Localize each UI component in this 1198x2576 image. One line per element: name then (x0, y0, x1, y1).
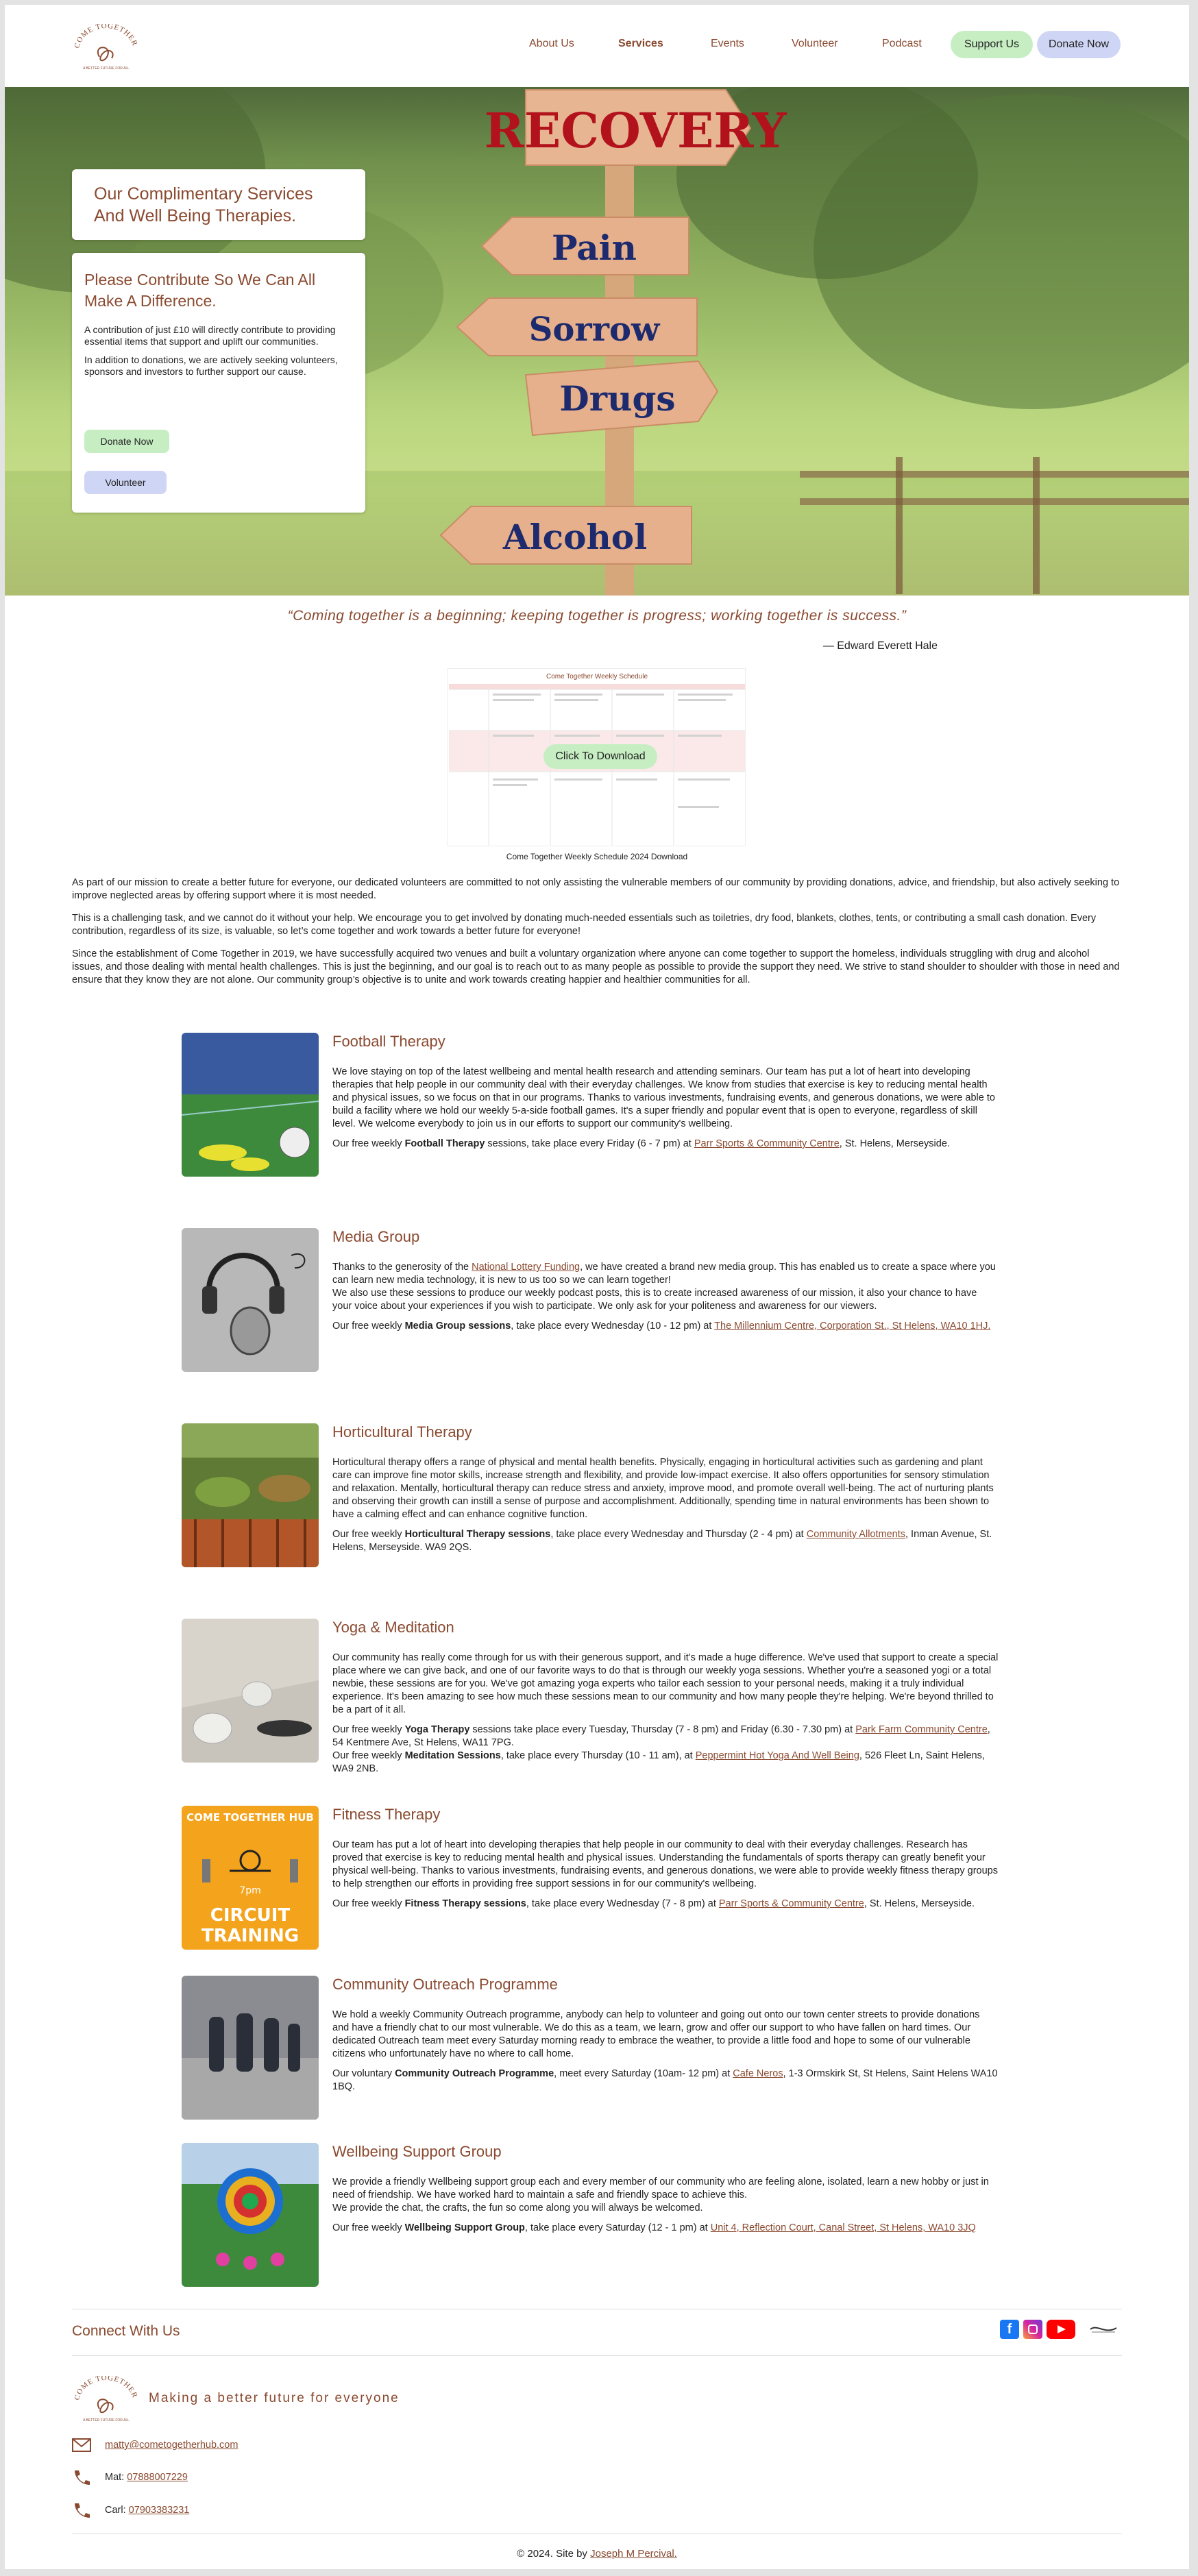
page: COME TOGETHER A BETTER FUTURE FOR ALL Ab… (5, 5, 1189, 2569)
svg-text:A BETTER FUTURE FOR ALL: A BETTER FUTURE FOR ALL (83, 2418, 130, 2422)
nav-services[interactable]: Services (618, 38, 663, 50)
circuit-training-poster: COME TOGETHER HUB 7pm CIRCUIT TRAINING (182, 1806, 319, 1950)
site-header: COME TOGETHER A BETTER FUTURE FOR ALL Ab… (5, 5, 1189, 87)
svg-text:COME TOGETHER: COME TOGETHER (73, 2376, 138, 2401)
intro-paragraph: As part of our mission to create a bette… (72, 877, 1120, 901)
divider (72, 2355, 1122, 2356)
footer-tagline: Making a better future for everyone (149, 2391, 400, 2405)
service-description: We love staying on top of the latest wel… (332, 1066, 995, 1129)
phone-icon (75, 2503, 90, 2518)
service-title: Horticultural Therapy (332, 1423, 472, 1440)
weekly-schedule-preview[interactable]: Come Together Weekly Schedule Click To D… (447, 668, 746, 846)
partner-logo-icon[interactable] (1086, 2320, 1121, 2339)
football-therapy-image (182, 1033, 319, 1177)
svg-text:CIRCUIT: CIRCUIT (210, 1905, 291, 1926)
service-description: Horticultural therapy offers a range of … (332, 1457, 994, 1520)
hero-banner: RECOVERY Pain Sorrow Drugs Alcohol Our C… (5, 87, 1189, 596)
svg-text:COME TOGETHER HUB: COME TOGETHER HUB (186, 1811, 314, 1824)
facebook-icon[interactable]: f (1000, 2320, 1019, 2339)
volunteer-text: In addition to donations, we are activel… (84, 354, 338, 377)
contribute-card: Please Contribute So We Can All Make A D… (72, 253, 365, 513)
support-us-button[interactable]: Support Us (951, 31, 1033, 58)
venue-link[interactable]: Unit 4, Reflection Court, Canal Street, … (711, 2222, 976, 2233)
yoga-meditation-image (182, 1619, 319, 1763)
mail-icon (72, 2438, 91, 2452)
quote-text: “Coming together is a beginning; keeping… (287, 608, 907, 624)
service-schedule: Our voluntary Community Outreach Program… (332, 2068, 998, 2092)
venue-link[interactable]: Peppermint Hot Yoga And Well Being (696, 1750, 859, 1761)
service-title: Football Therapy (332, 1033, 445, 1050)
service-schedule: Our free weekly Yoga Therapy sessions ta… (332, 1724, 990, 1748)
service-title: Fitness Therapy (332, 1806, 441, 1823)
sign-recovery: RECOVERY (485, 102, 787, 159)
venue-link[interactable]: Parr Sports & Community Centre (719, 1898, 864, 1909)
contribute-text: A contribution of just £10 will directly… (84, 324, 336, 347)
venue-link[interactable]: Community Allotments (807, 1529, 905, 1540)
sign-drugs: Drugs (559, 378, 675, 419)
horticultural-therapy-image (182, 1423, 319, 1567)
service-schedule: Our free weekly Football Therapy session… (332, 1138, 950, 1149)
service-schedule: Our free weekly Media Group sessions, ta… (332, 1321, 991, 1332)
service-description: We provide a friendly Wellbeing support … (332, 2176, 989, 2200)
come-together-logo[interactable]: COME TOGETHER A BETTER FUTURE FOR ALL (72, 24, 140, 73)
service-description: We hold a weekly Community Outreach prog… (332, 2009, 980, 2059)
service-title: Wellbeing Support Group (332, 2143, 502, 2160)
mat-label: Mat: (105, 2472, 127, 2483)
venue-link[interactable]: The Millennium Centre, Corporation St., … (714, 1321, 990, 1332)
donate-now-button[interactable]: Donate Now (1037, 31, 1121, 58)
youtube-icon[interactable] (1047, 2320, 1075, 2339)
media-group-image (182, 1228, 319, 1372)
nav-about-us[interactable]: About Us (529, 38, 574, 50)
service-description: Our community has really come through fo… (332, 1652, 999, 1715)
svg-text:A BETTER FUTURE FOR ALL: A BETTER FUTURE FOR ALL (83, 66, 130, 71)
connect-heading: Connect With Us (72, 2323, 180, 2339)
mat-phone-link[interactable]: 07888007229 (127, 2472, 188, 2483)
intro-text: As part of our mission to create a bette… (72, 876, 1122, 996)
hero-donate-button[interactable]: Donate Now (84, 430, 169, 453)
service-schedule: Our free weekly Fitness Therapy sessions… (332, 1898, 975, 1909)
quote-author: — Edward Everett Hale (822, 640, 938, 652)
nav-podcast[interactable]: Podcast (882, 38, 922, 50)
service-schedule: Our free weekly Horticultural Therapy se… (332, 1529, 992, 1553)
sign-sorrow: Sorrow (529, 310, 661, 349)
author-link[interactable]: Joseph M Percival. (590, 2548, 677, 2560)
carl-phone-link[interactable]: 07903383231 (129, 2505, 190, 2516)
venue-link[interactable]: Park Farm Community Centre (855, 1724, 988, 1735)
service-schedule: Our free weekly Wellbeing Support Group,… (332, 2222, 976, 2233)
carl-label: Carl: (105, 2505, 129, 2516)
svg-text:7pm: 7pm (239, 1885, 260, 1896)
venue-link[interactable]: Cafe Neros (733, 2068, 783, 2079)
footer-logo[interactable]: COME TOGETHER A BETTER FUTURE FOR ALL (72, 2376, 140, 2425)
svg-text:COME TOGETHER: COME TOGETHER (73, 24, 138, 49)
sign-alcohol: Alcohol (502, 517, 647, 557)
svg-text:TRAINING: TRAINING (201, 1926, 299, 1946)
phone-icon (75, 2470, 90, 2485)
service-description: We provide the chat, the crafts, the fun… (332, 2203, 703, 2213)
page-title: Our Complimentary Services And Well Bein… (94, 184, 313, 225)
sign-pain: Pain (552, 228, 637, 268)
service-title: Community Outreach Programme (332, 1976, 558, 1993)
email-link[interactable]: matty@cometogetherhub.com (105, 2440, 238, 2451)
intro-paragraph: Since the establishment of Come Together… (72, 948, 1120, 985)
hero-volunteer-button[interactable]: Volunteer (84, 471, 167, 494)
service-description: Our team has put a lot of heart into dev… (332, 1839, 998, 1889)
lottery-funding-link[interactable]: National Lottery Funding (472, 1262, 580, 1273)
instagram-icon[interactable] (1023, 2320, 1042, 2339)
schedule-caption: Come Together Weekly Schedule 2024 Downl… (506, 852, 688, 861)
nav-volunteer[interactable]: Volunteer (792, 38, 838, 50)
venue-link[interactable]: Parr Sports & Community Centre (694, 1138, 840, 1149)
service-description: We also use these sessions to produce ou… (332, 1288, 977, 1312)
service-schedule: Our free weekly Meditation Sessions, tak… (332, 1750, 985, 1774)
wellbeing-support-image (182, 2143, 319, 2287)
download-schedule-button[interactable]: Click To Download (543, 744, 657, 769)
service-title: Yoga & Meditation (332, 1619, 454, 1636)
copyright: © 2024. Site by Joseph M Percival. (517, 2548, 677, 2560)
service-description: Thanks to the generosity of the National… (332, 1262, 996, 1286)
service-title: Media Group (332, 1228, 420, 1245)
services-title-card: Our Complimentary Services And Well Bein… (72, 169, 365, 240)
community-outreach-image (182, 1976, 319, 2120)
intro-paragraph: This is a challenging task, and we canno… (72, 913, 1097, 937)
contribute-heading: Please Contribute So We Can All Make A D… (84, 271, 316, 310)
nav-events[interactable]: Events (711, 38, 744, 50)
